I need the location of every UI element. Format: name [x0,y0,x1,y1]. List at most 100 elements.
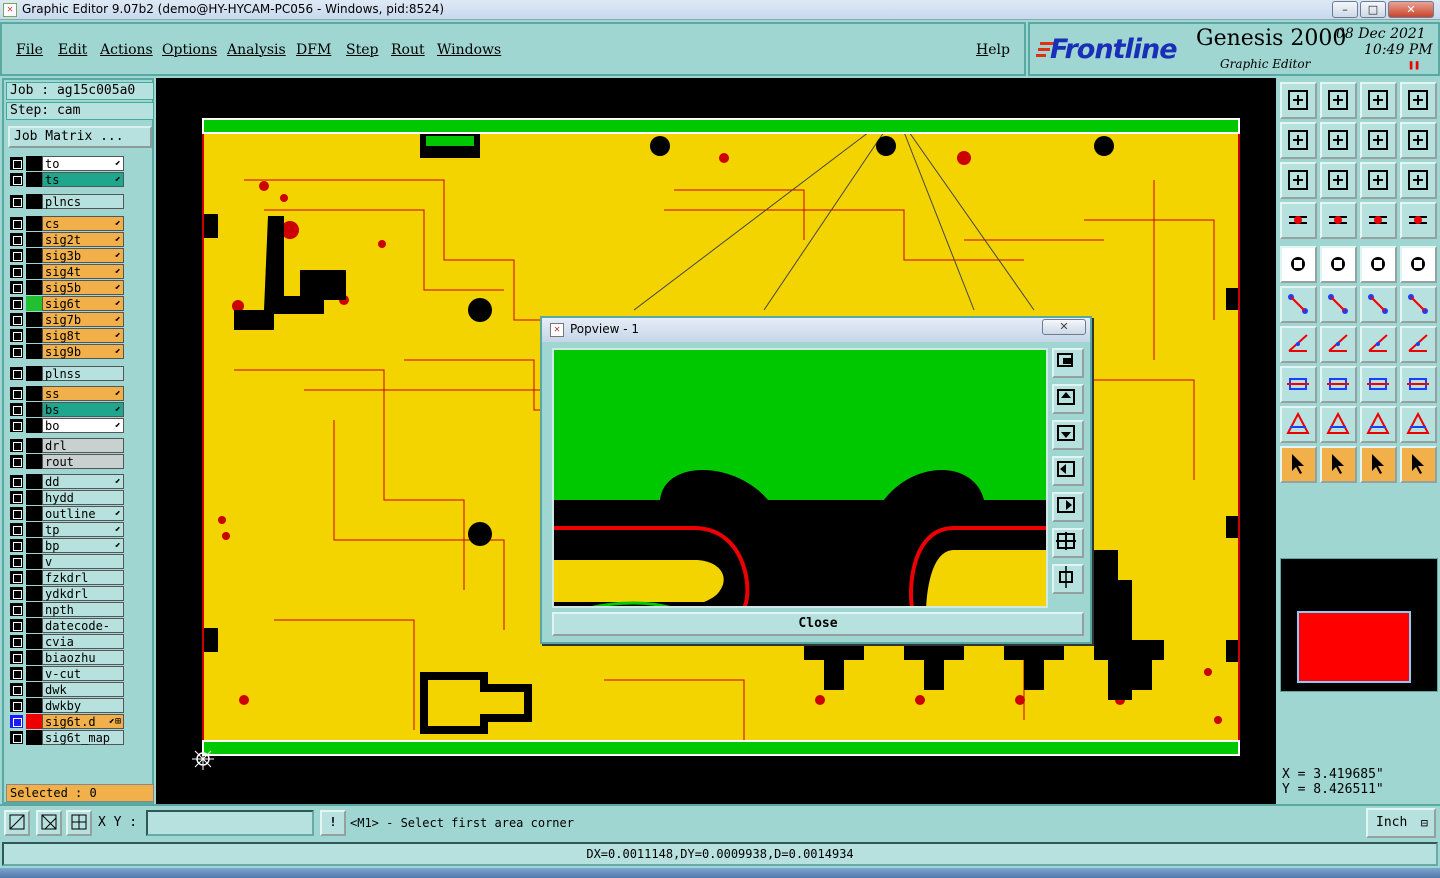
layer-row[interactable]: dwk [8,682,128,697]
tool-pointer-net[interactable] [1400,446,1437,483]
popview-zoom-home-button[interactable] [1052,348,1084,378]
layer-display-swatch[interactable] [26,554,42,569]
layer-row[interactable]: hydd [8,490,128,505]
layer-checkbox[interactable] [10,507,23,520]
layer-checkbox[interactable] [10,419,23,432]
measure-mode-button[interactable] [36,810,62,836]
layer-row[interactable]: datecode-to [8,618,128,647]
layer-checkbox[interactable] [10,635,23,648]
menu-actions[interactable]: Actions [100,42,153,58]
layer-name[interactable]: cs ⬋ [42,216,124,231]
tool-ratio[interactable] [1360,162,1397,199]
tool-line[interactable] [1320,246,1357,283]
tool-home-view[interactable] [1360,82,1397,119]
layer-name[interactable]: cvia [42,634,124,649]
close-window-button[interactable]: ✕ [1388,1,1434,18]
layer-name[interactable]: dwkby [42,698,124,713]
layer-name[interactable]: datecode-to [42,618,124,647]
layer-display-swatch[interactable] [26,714,42,729]
layer-name[interactable]: to ⬋ [42,156,124,171]
layer-row[interactable]: bo ⬋ [8,418,128,433]
tool-help[interactable] [1400,162,1437,199]
layer-checkbox[interactable] [10,313,23,326]
layer-checkbox[interactable] [10,265,23,278]
overview-viewport-rect[interactable] [1297,611,1411,683]
layer-display-swatch[interactable] [26,586,42,601]
layer-name[interactable]: sig3b ⬋ [42,248,124,263]
layer-checkbox[interactable] [10,555,23,568]
layer-row[interactable]: sig6t_map [8,730,128,745]
layer-name[interactable]: bo ⬋ [42,418,124,433]
tool-angle[interactable] [1280,326,1317,363]
layer-checkbox[interactable] [10,387,23,400]
tool-pointer-box[interactable] [1320,446,1357,483]
layer-name[interactable]: rout [42,454,124,469]
layer-name[interactable]: plncs [42,194,124,209]
layer-checkbox[interactable] [10,587,23,600]
tool-flip[interactable] [1400,326,1437,363]
layer-display-swatch[interactable] [26,344,42,359]
popview-close-button[interactable]: Close [552,612,1084,636]
layer-checkbox[interactable] [10,217,23,230]
tool-pad[interactable] [1280,246,1317,283]
layer-name[interactable]: ydkdrl [42,586,124,601]
layer-display-swatch[interactable] [26,474,42,489]
layer-display-swatch[interactable] [26,386,42,401]
layer-name[interactable]: npth [42,602,124,617]
layer-name[interactable]: sig9b ⬋ [42,344,124,359]
layer-row[interactable]: sig5b ⬋ [8,280,128,295]
layer-row[interactable]: sig4t ⬋ [8,264,128,279]
tool-rotate[interactable] [1360,326,1397,363]
layer-checkbox[interactable] [10,455,23,468]
layer-display-swatch[interactable] [26,602,42,617]
layer-name[interactable]: ss ⬋ [42,386,124,401]
tool-connect[interactable] [1360,286,1397,323]
layer-checkbox[interactable] [10,195,23,208]
layer-row[interactable]: tp ⬋ [8,522,128,537]
layer-display-swatch[interactable] [26,312,42,327]
layer-checkbox[interactable] [10,157,23,170]
layer-checkbox[interactable] [10,173,23,186]
popview-pan-right-button[interactable] [1052,492,1084,522]
minimize-button[interactable]: – [1332,1,1358,18]
tool-pointer[interactable] [1280,446,1317,483]
layer-checkbox[interactable] [10,297,23,310]
layer-checkbox[interactable] [10,233,23,246]
layer-name[interactable]: ts ⬋ [42,172,124,187]
layer-checkbox[interactable] [10,403,23,416]
tool-layers-b[interactable] [1400,202,1437,239]
layer-display-swatch[interactable] [26,682,42,697]
layer-name[interactable]: plnss [42,366,124,381]
layer-checkbox[interactable] [10,345,23,358]
layer-checkbox[interactable] [10,699,23,712]
tool-tri-b[interactable] [1320,406,1357,443]
job-matrix-button[interactable]: Job Matrix ... [8,126,152,148]
menu-edit[interactable]: Edit [58,42,87,58]
layer-display-swatch[interactable] [26,570,42,585]
maximize-button[interactable]: □ [1360,1,1386,18]
layer-display-swatch[interactable] [26,650,42,665]
tool-frame[interactable] [1360,366,1397,403]
tool-zoom-left[interactable] [1280,122,1317,159]
menu-file[interactable]: File [16,42,43,58]
units-selector[interactable]: Inch ⊟ [1366,808,1436,838]
layer-checkbox[interactable] [10,539,23,552]
layer-display-swatch[interactable] [26,454,42,469]
layer-row[interactable]: sig7b ⬋ [8,312,128,327]
layer-row[interactable]: v [8,554,128,569]
menu-options[interactable]: Options [162,42,217,58]
layer-display-swatch[interactable] [26,156,42,171]
layer-display-swatch[interactable] [26,730,42,745]
layer-row[interactable]: sig3b ⬋ [8,248,128,263]
layer-name[interactable]: hydd [42,490,124,505]
tool-point[interactable] [1400,246,1437,283]
layer-name[interactable]: sig7b ⬋ [42,312,124,327]
layer-row[interactable]: rout [8,454,128,469]
alert-button[interactable]: ! [320,810,346,836]
layer-name[interactable]: fzkdrl [42,570,124,585]
popview-pan-down-button[interactable] [1052,420,1084,450]
layer-checkbox[interactable] [10,571,23,584]
layer-name[interactable]: dd ⬋ [42,474,124,489]
tool-tri-a[interactable] [1280,406,1317,443]
layer-display-swatch[interactable] [26,506,42,521]
